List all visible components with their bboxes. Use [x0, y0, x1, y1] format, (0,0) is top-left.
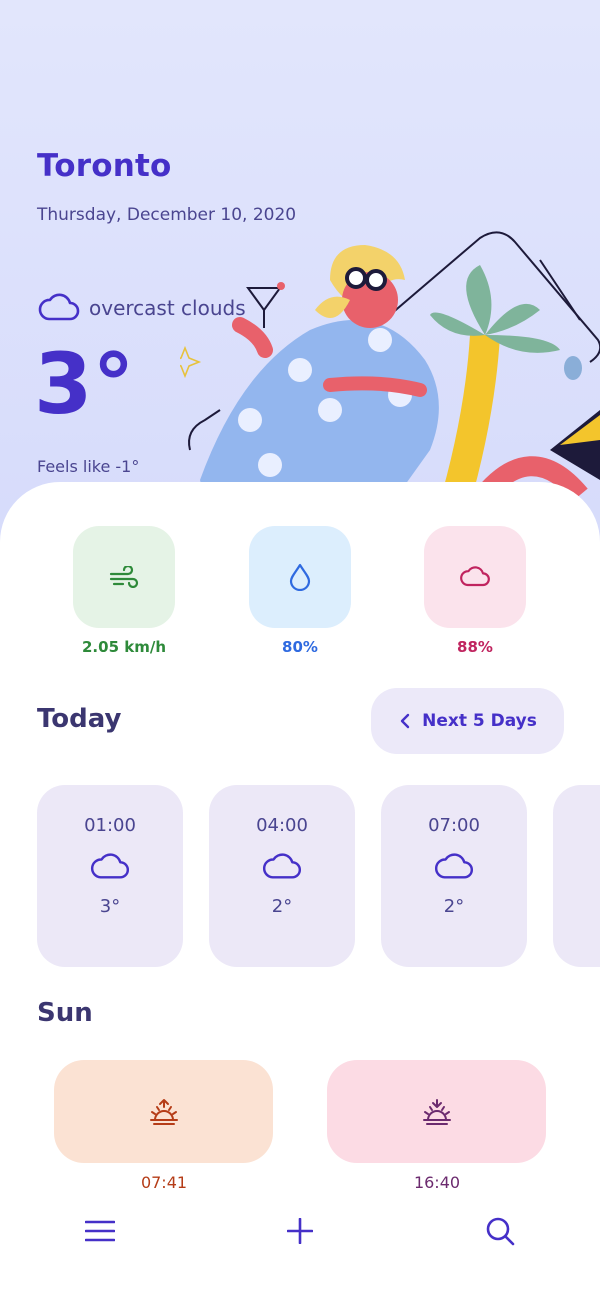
cloudiness-tile: [424, 526, 526, 628]
sunset-time: 16:40: [413, 1173, 461, 1192]
plus-icon: [287, 1218, 313, 1244]
humidity-metric: 80%: [245, 526, 355, 656]
cloudiness-value: 88%: [457, 638, 493, 656]
feels-like: Feels like -1°: [37, 457, 140, 476]
hourly-forecast[interactable]: 01:00 3° 04:00 2° 07:00 2°: [37, 785, 600, 969]
chevron-left-icon: [400, 713, 410, 729]
sunrise-tile: 07:41: [54, 1060, 274, 1192]
sunset-icon: [422, 1098, 451, 1125]
next-5-days-button[interactable]: Next 5 Days: [371, 688, 564, 754]
sunrise-time: 07:41: [140, 1173, 188, 1192]
menu-button[interactable]: [80, 1211, 120, 1251]
sun-heading: Sun: [37, 998, 93, 1028]
wind-icon: [109, 566, 139, 588]
hour-card[interactable]: 07:00 2°: [381, 785, 527, 967]
wind-value: 2.05 km/h: [82, 638, 166, 656]
hour-card[interactable]: 04:00 2°: [209, 785, 355, 967]
hour-time: 07:00: [428, 815, 480, 836]
search-button[interactable]: [480, 1211, 520, 1251]
add-location-button[interactable]: [280, 1211, 320, 1251]
cloud-icon: [90, 853, 129, 879]
sunset-box: [327, 1060, 546, 1163]
today-heading: Today: [37, 704, 122, 734]
sunrise-box: [54, 1060, 273, 1163]
weather-app: Toronto Thursday, December 10, 2020 over…: [0, 0, 600, 1297]
sunrise-icon: [149, 1098, 178, 1125]
wind-metric: 2.05 km/h: [69, 526, 179, 656]
current-temperature: 3°: [34, 335, 135, 433]
cloud-icon: [434, 853, 473, 879]
wind-tile: [73, 526, 175, 628]
hour-card-partial[interactable]: [553, 785, 600, 967]
bottom-nav: [0, 1194, 600, 1264]
next-5-days-label: Next 5 Days: [422, 711, 537, 731]
cloud-icon: [460, 566, 490, 587]
humidity-value: 80%: [282, 638, 318, 656]
metrics-row: 2.05 km/h 80% 88%: [0, 526, 600, 666]
hour-time: 04:00: [256, 815, 308, 836]
hour-temperature: 2°: [443, 896, 465, 917]
header: Toronto Thursday, December 10, 2020 over…: [0, 0, 600, 560]
cloudiness-metric: 88%: [420, 526, 530, 656]
party-illustration: [180, 231, 600, 520]
humidity-tile: [249, 526, 351, 628]
hour-temperature: 2°: [271, 896, 293, 917]
hour-time: 01:00: [84, 815, 136, 836]
search-icon: [486, 1217, 515, 1246]
sunset-tile: 16:40: [327, 1060, 547, 1192]
city-name: Toronto: [37, 148, 172, 184]
details-card: 2.05 km/h 80% 88% Today Next 5 Days 01:0…: [0, 482, 600, 1297]
menu-icon: [85, 1220, 115, 1242]
hour-card[interactable]: 01:00 3°: [37, 785, 183, 967]
hour-temperature: 3°: [99, 896, 121, 917]
cloud-icon: [262, 853, 301, 879]
cloud-icon: [38, 293, 80, 321]
droplet-icon: [289, 563, 311, 591]
